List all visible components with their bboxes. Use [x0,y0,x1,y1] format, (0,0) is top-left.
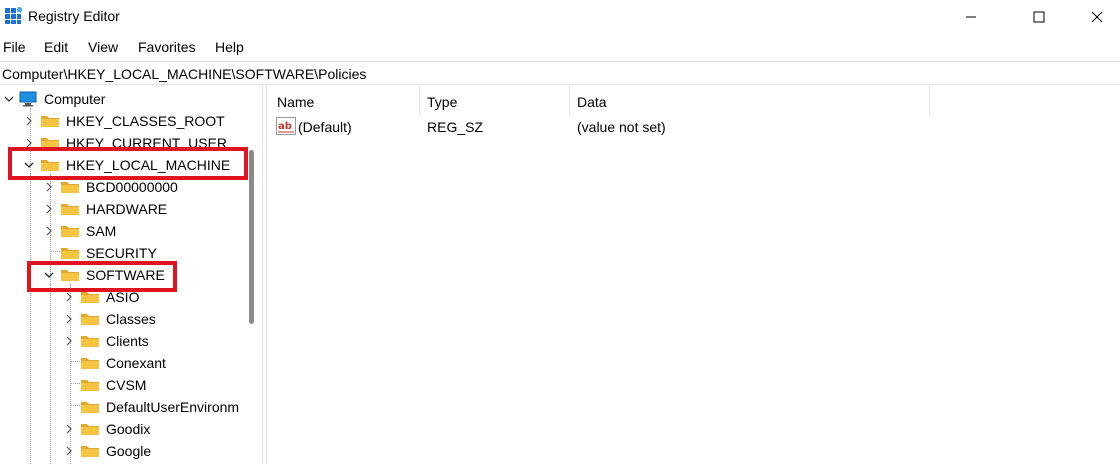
folder-icon [61,226,79,237]
tree-item-label: SECURITY [86,245,157,261]
tree-item-label: HKEY_CLASSES_ROOT [66,113,225,129]
menu-favorites[interactable]: Favorites [138,39,196,55]
value-row[interactable]: ab (Default) REG_SZ (value not set) [268,116,928,138]
tree-guide-line [30,174,31,464]
folder-icon [81,336,99,347]
tree-item-label: Conexant [106,355,166,371]
tree-item-label: Goodix [106,421,151,437]
chevron-right-icon[interactable] [22,110,36,132]
tree-item[interactable]: HKEY_CLASSES_ROOT [22,110,225,132]
column-header-data[interactable]: Data [568,86,930,116]
column-header-name[interactable]: Name [268,86,420,116]
folder-icon [81,314,99,325]
tree-item-label: BCD00000000 [86,179,178,195]
folder-icon [81,424,99,435]
tree-item[interactable]: HARDWARE [42,198,167,220]
folder-icon [81,292,99,303]
close-icon [1091,11,1103,23]
chevron-right-icon[interactable] [62,330,76,352]
value-data: (value not set) [577,119,666,135]
tree-item-label: Google [106,443,152,459]
tree-item-label: Clients [106,333,149,349]
chevron-right-icon[interactable] [62,308,76,330]
chevron-down-icon[interactable] [2,88,16,110]
tree-item-computer[interactable]: Computer [2,88,105,110]
menu-file[interactable]: File [3,39,26,55]
folder-icon [81,358,99,369]
window-title: Registry Editor [28,8,120,24]
menu-help[interactable]: Help [215,39,244,55]
chevron-right-icon[interactable] [62,418,76,440]
tree-item[interactable]: DefaultUserEnvironm [62,396,239,418]
tree-item-label: SAM [86,223,117,239]
value-name: (Default) [298,119,352,135]
tree-item[interactable]: Clients [62,330,149,352]
registry-icon [5,7,22,24]
maximize-button[interactable] [1016,0,1062,34]
string-value-icon: ab [276,117,296,135]
address-bar[interactable]: Computer\HKEY_LOCAL_MACHINE\SOFTWARE\Pol… [0,61,1120,85]
folder-icon [61,204,79,215]
maximize-icon [1033,11,1045,23]
tree-item[interactable]: Goodix [62,418,150,440]
values-pane[interactable]: Name Type Data ab (Default) REG_SZ (valu… [268,86,1120,464]
close-button[interactable] [1074,0,1120,34]
folder-icon [41,116,59,127]
tree-guide-line [50,284,51,464]
chevron-right-icon[interactable] [42,220,56,242]
tree-item-label: Computer [44,91,106,107]
tree-item[interactable]: CVSM [62,374,146,396]
folder-icon [61,248,79,259]
svg-text:ab: ab [278,121,292,132]
tree-item-label: HARDWARE [86,201,168,217]
tree-item-label: Classes [106,311,156,327]
tree-item[interactable]: Classes [62,308,156,330]
tree-item-label: CVSM [106,377,147,393]
minimize-button[interactable] [948,0,994,34]
folder-icon [81,380,99,391]
folder-icon [61,182,79,193]
column-header-type[interactable]: Type [418,86,570,116]
computer-icon [19,91,37,107]
title-bar: Registry Editor [0,0,1120,34]
tree-item-label: DefaultUserEnvironm [106,399,240,415]
folder-icon [81,446,99,457]
menu-edit[interactable]: Edit [44,39,68,55]
chevron-right-icon[interactable] [42,198,56,220]
highlight-box-hklm [8,147,248,180]
chevron-right-icon[interactable] [62,440,76,462]
minimize-icon [966,16,976,18]
folder-icon [81,402,99,413]
value-type: REG_SZ [427,119,484,135]
highlight-box-software [27,261,177,292]
tree-item[interactable]: Google [62,440,151,462]
pane-splitter[interactable] [262,86,267,464]
menu-view[interactable]: View [88,39,118,55]
menu-bar: File Edit View Favorites Help [0,36,1120,58]
tree-scroll-thumb[interactable] [249,150,254,324]
address-path[interactable]: Computer\HKEY_LOCAL_MACHINE\SOFTWARE\Pol… [2,66,366,82]
tree-item[interactable]: SAM [42,220,116,242]
tree-item[interactable]: Conexant [62,352,166,374]
